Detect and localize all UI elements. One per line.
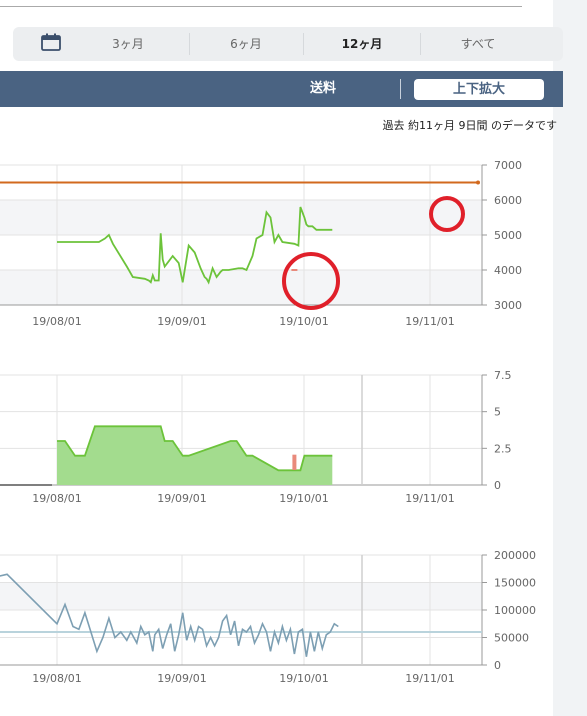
y-tick-label: 0 <box>494 659 501 672</box>
price-chart: 3000 4000 5000 6000 7000 19/08/01 19/09/01 19/1… <box>0 159 522 328</box>
y-tick-label: 6000 <box>494 194 522 207</box>
shipping-toggle[interactable]: 送料 <box>310 71 336 107</box>
y-tick-label: 7000 <box>494 159 522 172</box>
sales-rank-line <box>0 573 339 657</box>
annotation-circle <box>429 196 465 232</box>
range-option-12m[interactable]: 12ヶ月 <box>317 27 407 61</box>
offer-count-area <box>57 426 333 485</box>
x-tick-label: 19/10/01 <box>279 315 328 328</box>
y-tick-label: 5000 <box>494 229 522 242</box>
chart-toolbar: 送料 上下拡大 <box>0 71 563 107</box>
y-tick-label: 2.5 <box>494 442 512 455</box>
range-option-6m[interactable]: 6ヶ月 <box>201 27 291 61</box>
grid-band <box>0 200 482 235</box>
annotation-circle <box>282 252 340 310</box>
x-tick-label: 19/09/01 <box>157 672 206 685</box>
y-tick-label: 7.5 <box>494 369 512 382</box>
range-divider <box>420 33 421 55</box>
y-tick-label: 5 <box>494 406 501 419</box>
y-tick-label: 4000 <box>494 264 522 277</box>
range-divider <box>189 33 190 55</box>
top-divider <box>0 6 522 7</box>
vertical-zoom-button[interactable]: 上下拡大 <box>414 79 544 100</box>
offer-count-marker <box>292 454 297 470</box>
range-divider <box>303 33 304 55</box>
x-tick-label: 19/08/01 <box>32 315 81 328</box>
x-tick-label: 19/11/01 <box>405 315 454 328</box>
range-option-all[interactable]: すべて <box>433 27 523 61</box>
y-tick-label: 0 <box>494 479 501 492</box>
price-line <box>57 206 333 285</box>
x-tick-label: 19/11/01 <box>405 492 454 505</box>
x-tick-label: 19/10/01 <box>279 492 328 505</box>
grid-band <box>0 270 482 305</box>
charts-area: 3000 4000 5000 6000 7000 19/08/01 19/09/01 19/1… <box>0 159 536 685</box>
top-strip <box>0 0 553 12</box>
offer-count-chart: 0 2.5 5 7.5 19/08/01 19/09/01 19/10/01 19/11/01 <box>0 369 512 505</box>
x-tick-label: 19/11/01 <box>405 672 454 685</box>
x-tick-label: 19/09/01 <box>157 315 206 328</box>
reference-line-end <box>476 180 480 185</box>
y-tick-label: 100000 <box>494 604 536 617</box>
range-option-3m[interactable]: 3ヶ月 <box>83 27 173 61</box>
grid-band <box>0 583 482 610</box>
toolbar-divider <box>400 79 401 99</box>
page-scrollbar[interactable] <box>553 0 587 716</box>
x-tick-label: 19/08/01 <box>32 492 81 505</box>
calendar-icon[interactable] <box>41 33 61 51</box>
x-tick-label: 19/09/01 <box>157 492 206 505</box>
range-selector: 3ヶ月 6ヶ月 12ヶ月 すべて <box>13 27 563 61</box>
y-tick-label: 200000 <box>494 549 536 562</box>
offer-count-line <box>57 425 333 472</box>
y-tick-label: 50000 <box>494 632 529 645</box>
y-tick-label: 3000 <box>494 299 522 312</box>
y-tick-label: 150000 <box>494 577 536 590</box>
sales-rank-chart: 0 50000 100000 150000 200000 19/08/01 19/09/01… <box>0 549 536 685</box>
x-tick-label: 19/10/01 <box>279 672 328 685</box>
data-period-note: 過去 約11ヶ月 9日間 のデータです <box>382 119 557 132</box>
x-tick-label: 19/08/01 <box>32 672 81 685</box>
